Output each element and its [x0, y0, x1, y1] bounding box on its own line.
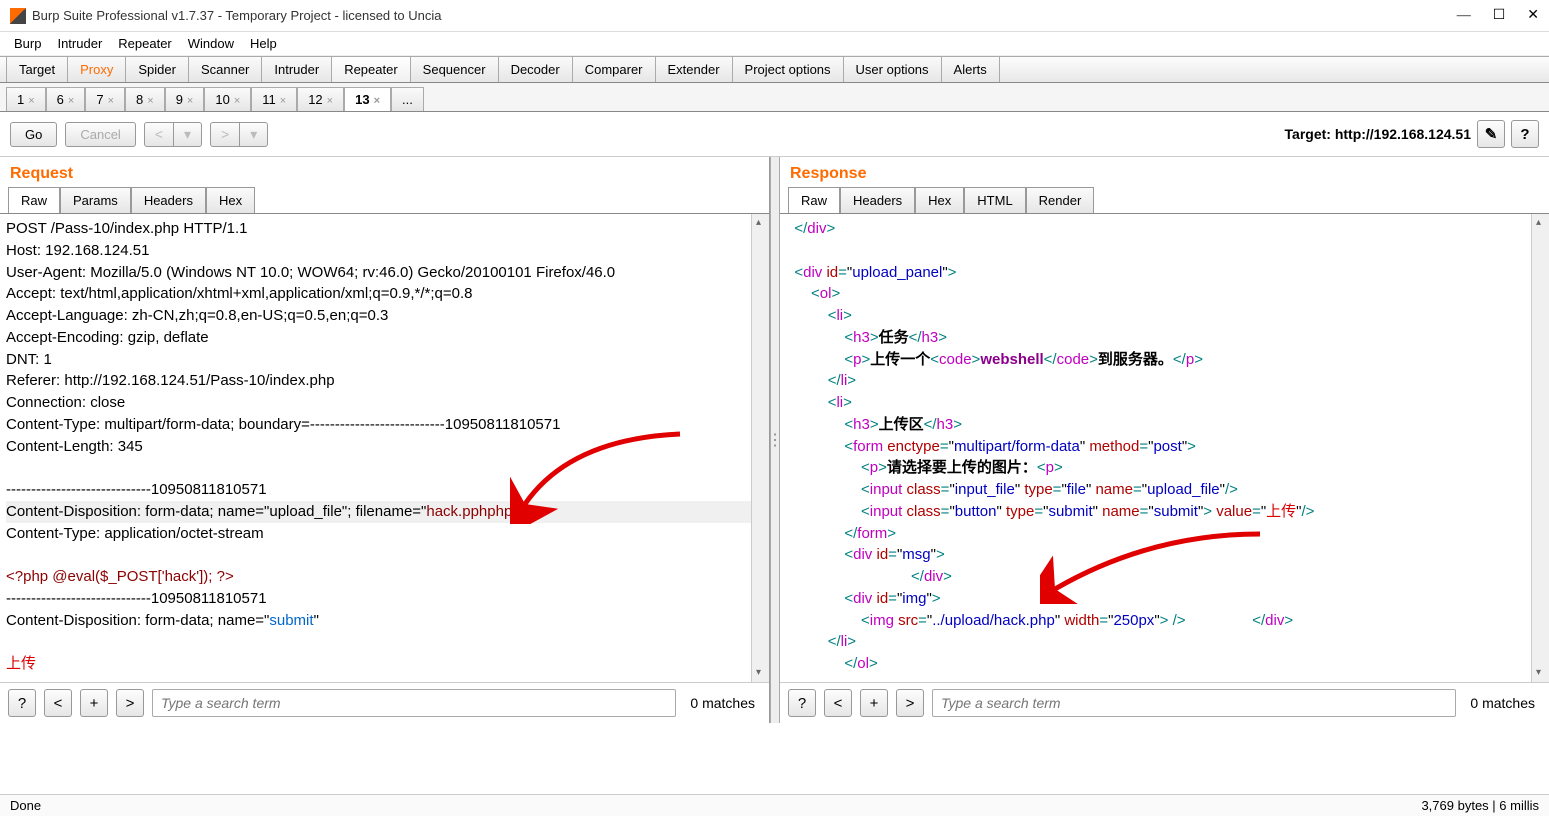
status-left: Done [10, 798, 41, 813]
search-next-button[interactable]: > [896, 689, 924, 717]
response-tabs: Raw Headers Hex HTML Render [780, 187, 1549, 214]
scrollbar-vertical[interactable] [1531, 214, 1549, 682]
tab-proxy[interactable]: Proxy [68, 57, 126, 82]
search-add-button[interactable]: + [860, 689, 888, 717]
titlebar: Burp Suite Professional v1.7.37 - Tempor… [0, 0, 1549, 32]
tab-sequencer[interactable]: Sequencer [411, 57, 499, 82]
response-pane: Response Raw Headers Hex HTML Render </d… [780, 157, 1549, 723]
pane-divider[interactable] [770, 157, 780, 723]
tab-decoder[interactable]: Decoder [499, 57, 573, 82]
tab-comparer[interactable]: Comparer [573, 57, 656, 82]
response-tab-render[interactable]: Render [1026, 187, 1095, 213]
close-icon[interactable]: × [68, 95, 74, 107]
history-forward-dropdown[interactable]: ▾ [240, 122, 268, 147]
close-icon[interactable]: × [28, 95, 34, 107]
scrollbar-vertical[interactable] [751, 214, 769, 682]
main-tabs: Target Proxy Spider Scanner Intruder Rep… [0, 56, 1549, 83]
response-viewer[interactable]: </div> <div id="upload_panel"> <ol> <li>… [780, 214, 1549, 682]
request-editor[interactable]: POST /Pass-10/index.php HTTP/1.1Host: 19… [0, 214, 769, 682]
maximize-button[interactable]: ☐ [1493, 7, 1506, 24]
request-tab-hex[interactable]: Hex [206, 187, 255, 213]
request-tab-raw[interactable]: Raw [8, 187, 60, 213]
response-title: Response [780, 157, 1549, 187]
search-help-button[interactable]: ? [788, 689, 816, 717]
minimize-button[interactable]: — [1457, 8, 1471, 24]
app-icon [10, 8, 26, 24]
help-button[interactable]: ? [1511, 120, 1539, 148]
request-tab-params[interactable]: Params [60, 187, 131, 213]
close-button[interactable]: ✕ [1527, 7, 1539, 24]
request-tabs: Raw Params Headers Hex [0, 187, 769, 214]
action-row: Go Cancel < ▾ > ▾ Target: http://192.168… [0, 112, 1549, 157]
response-tab-headers[interactable]: Headers [840, 187, 915, 213]
status-right: 3,769 bytes | 6 millis [1421, 798, 1539, 813]
close-icon[interactable]: × [374, 95, 380, 107]
search-add-button[interactable]: + [80, 689, 108, 717]
tab-user-options[interactable]: User options [844, 57, 942, 82]
close-icon[interactable]: × [327, 95, 333, 107]
search-prev-button[interactable]: < [44, 689, 72, 717]
menu-repeater[interactable]: Repeater [112, 34, 177, 53]
request-search-input[interactable] [152, 689, 676, 717]
history-back-dropdown[interactable]: ▾ [174, 122, 202, 147]
tab-repeater[interactable]: Repeater [332, 57, 410, 82]
response-tab-raw[interactable]: Raw [788, 187, 840, 213]
request-tab-headers[interactable]: Headers [131, 187, 206, 213]
cancel-button[interactable]: Cancel [65, 122, 135, 147]
sub-tab-8[interactable]: 8× [125, 87, 165, 111]
sub-tab-10[interactable]: 10× [204, 87, 251, 111]
sub-tab-11[interactable]: 11× [251, 87, 297, 111]
repeater-sub-tabs: 1× 6× 7× 8× 9× 10× 11× 12× 13× ... [0, 83, 1549, 112]
menu-intruder[interactable]: Intruder [51, 34, 108, 53]
history-forward-button[interactable]: > [210, 122, 240, 147]
close-icon[interactable]: × [187, 95, 193, 107]
response-match-count: 0 matches [1464, 695, 1541, 711]
response-tab-hex[interactable]: Hex [915, 187, 964, 213]
tab-extender[interactable]: Extender [656, 57, 733, 82]
close-icon[interactable]: × [147, 95, 153, 107]
response-tab-html[interactable]: HTML [964, 187, 1025, 213]
menubar: Burp Intruder Repeater Window Help [0, 32, 1549, 56]
panes: Request Raw Params Headers Hex POST /Pas… [0, 157, 1549, 723]
tab-intruder[interactable]: Intruder [262, 57, 332, 82]
sub-tab-13[interactable]: 13× [344, 87, 391, 111]
close-icon[interactable]: × [234, 95, 240, 107]
request-pane: Request Raw Params Headers Hex POST /Pas… [0, 157, 770, 723]
sub-tab-7[interactable]: 7× [85, 87, 125, 111]
tab-target[interactable]: Target [6, 57, 68, 82]
target-label: Target: http://192.168.124.51 [1285, 126, 1471, 142]
tab-spider[interactable]: Spider [126, 57, 189, 82]
sub-tab-6[interactable]: 6× [46, 87, 86, 111]
tab-project-options[interactable]: Project options [733, 57, 844, 82]
search-next-button[interactable]: > [116, 689, 144, 717]
request-search-row: ? < + > 0 matches [0, 682, 769, 723]
sub-tab-12[interactable]: 12× [297, 87, 344, 111]
history-back-button[interactable]: < [144, 122, 174, 147]
menu-help[interactable]: Help [244, 34, 283, 53]
search-prev-button[interactable]: < [824, 689, 852, 717]
request-title: Request [0, 157, 769, 187]
edit-target-button[interactable]: ✎ [1477, 120, 1505, 148]
sub-tab-more[interactable]: ... [391, 87, 424, 111]
tab-scanner[interactable]: Scanner [189, 57, 262, 82]
sub-tab-1[interactable]: 1× [6, 87, 46, 111]
menu-window[interactable]: Window [182, 34, 240, 53]
request-match-count: 0 matches [684, 695, 761, 711]
go-button[interactable]: Go [10, 122, 57, 147]
response-search-row: ? < + > 0 matches [780, 682, 1549, 723]
window-title: Burp Suite Professional v1.7.37 - Tempor… [32, 8, 441, 23]
search-help-button[interactable]: ? [8, 689, 36, 717]
statusbar: Done 3,769 bytes | 6 millis [0, 794, 1549, 816]
menu-burp[interactable]: Burp [8, 34, 47, 53]
close-icon[interactable]: × [280, 95, 286, 107]
tab-alerts[interactable]: Alerts [942, 57, 1000, 82]
close-icon[interactable]: × [108, 95, 114, 107]
response-search-input[interactable] [932, 689, 1456, 717]
sub-tab-9[interactable]: 9× [165, 87, 205, 111]
